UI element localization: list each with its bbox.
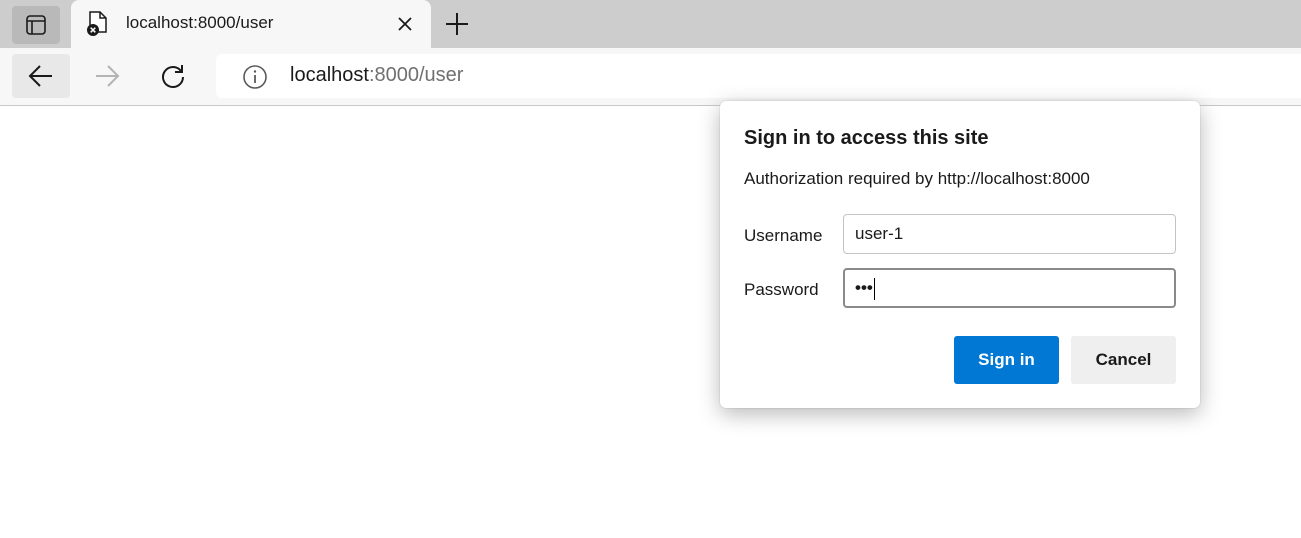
sign-in-dialog: Sign in to access this site Authorizatio… <box>720 101 1200 408</box>
url-path: :8000/user <box>368 64 464 86</box>
sign-in-button[interactable]: Sign in <box>954 336 1059 384</box>
password-field[interactable]: ••• <box>843 268 1176 308</box>
url-host: localhost <box>290 64 369 86</box>
text-caret <box>873 277 875 300</box>
tab-title: localhost:8000/user <box>126 13 274 32</box>
forward-button[interactable] <box>78 54 136 98</box>
tab-actions-icon <box>26 15 46 35</box>
close-tab-icon[interactable] <box>395 14 415 34</box>
tab-actions-button[interactable] <box>12 6 60 44</box>
username-label: Username <box>744 226 823 245</box>
cancel-button[interactable]: Cancel <box>1071 336 1176 384</box>
reload-button[interactable] <box>144 54 202 98</box>
dialog-title: Sign in to access this site <box>744 127 989 149</box>
new-tab-icon[interactable] <box>444 11 470 37</box>
arrow-left-icon <box>28 65 52 87</box>
active-tab[interactable]: localhost:8000/user <box>71 0 431 48</box>
navigation-toolbar: localhost:8000/user <box>0 48 1301 106</box>
password-label: Password <box>744 280 819 299</box>
back-button[interactable] <box>12 54 70 98</box>
reload-icon <box>162 65 184 88</box>
username-field[interactable]: user-1 <box>843 214 1176 254</box>
address-url[interactable]: localhost:8000/user <box>290 64 463 87</box>
password-masked-value: ••• <box>855 278 873 297</box>
page-error-icon <box>87 11 107 36</box>
address-bar[interactable]: localhost:8000/user <box>216 54 1301 98</box>
site-info-icon[interactable] <box>242 64 268 90</box>
arrow-right-icon <box>96 65 120 87</box>
tab-strip: localhost:8000/user <box>0 0 1301 48</box>
dialog-description: Authorization required by http://localho… <box>744 169 1090 188</box>
username-value: user-1 <box>855 224 904 243</box>
